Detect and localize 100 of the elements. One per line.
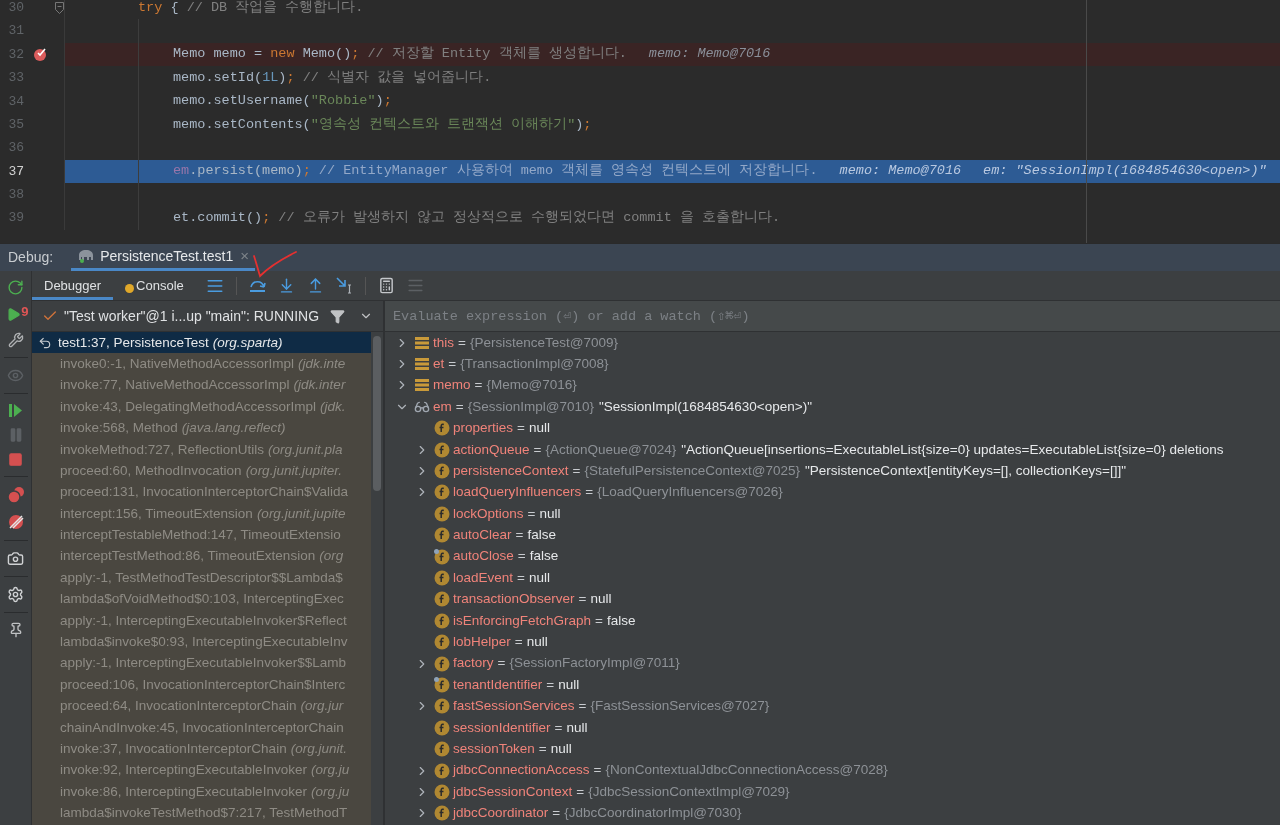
- variable-name: loadQueryInfluencers: [453, 483, 582, 502]
- stack-frame[interactable]: invoke:43, DelegatingMethodAccessorImpl (jdk.: [32, 396, 371, 418]
- equals-sign: =: [576, 782, 585, 801]
- variable-name: em: [433, 397, 452, 416]
- line-number: 32: [7, 45, 24, 64]
- line-number: 37: [7, 162, 24, 181]
- code-token: // 저장할 Entity 객체를 생성합니다.: [366, 45, 627, 64]
- code-token: 1L: [262, 68, 279, 87]
- mute-breakpoints-icon[interactable]: [6, 513, 25, 531]
- code-token: Memo memo =: [173, 45, 264, 64]
- equals-sign: =: [514, 633, 523, 652]
- stack-frame[interactable]: apply:-1, TestMethodTestDescriptor$$Lambda$: [32, 567, 371, 589]
- scrollbar-thumb[interactable]: [373, 336, 381, 491]
- stack-frame[interactable]: invoke0:-1, NativeMethodAccessorImpl (jdk.inte: [32, 353, 371, 375]
- stack-frame[interactable]: proceed:60, MethodInvocation (org.junit.jupiter.: [32, 460, 371, 482]
- variable-name: transactionObserver: [453, 590, 575, 609]
- code-token: "Robbie": [310, 92, 376, 111]
- variable-name: persistenceContext: [453, 461, 569, 480]
- code-token: try: [138, 0, 163, 17]
- stack-frame[interactable]: invoke:86, InterceptingExecutableInvoker (org.ju: [32, 781, 371, 803]
- inline-value-hint: em: "SessionImpl(1684854630<open>)": [983, 162, 1267, 181]
- variable-value: {TransactionImpl@7008}: [460, 354, 609, 373]
- close-tab-button[interactable]: ×: [240, 244, 249, 268]
- camera-icon[interactable]: [7, 550, 24, 567]
- equals-sign: =: [578, 590, 587, 609]
- code-token: ): [278, 68, 287, 87]
- variable-value: {JdbcCoordinatorImpl@7030}: [564, 804, 742, 823]
- stack-frame[interactable]: interceptTestableMethod:147, TimeoutExtensio: [32, 524, 371, 546]
- variable-description: "PersistenceContext[entityKeys=[], collectionKeys=[]]": [805, 461, 1127, 480]
- variable-description: "ActionQueue[insertions=ExecutableList{size=0} updates=ExecutableList{size=0} deletions: [681, 440, 1224, 459]
- debugger-tab[interactable]: Debugger: [32, 271, 114, 300]
- stop-icon[interactable]: [8, 452, 23, 467]
- variable-name: jdbcConnectionAccess: [453, 761, 590, 780]
- breakpoint-icon[interactable]: [33, 46, 48, 62]
- step-over-icon[interactable]: [248, 278, 266, 293]
- resume-icon[interactable]: [8, 403, 23, 418]
- line-number: 31: [7, 22, 24, 41]
- checkmark-drawing: [252, 250, 298, 278]
- session-tab-title: PersistenceTest.test1: [100, 246, 234, 266]
- code-token: {: [169, 0, 180, 17]
- code-token: // 식별자 값을 넣어줍니다.: [301, 68, 492, 87]
- variable-name: this: [433, 333, 454, 352]
- code-token: ;: [383, 92, 392, 111]
- variable-name: sessionToken: [453, 740, 535, 758]
- equals-sign: =: [517, 568, 525, 587]
- equals-sign: =: [515, 526, 524, 545]
- stack-frame[interactable]: apply:-1, InterceptingExecutableInvoker$$Lamb: [32, 652, 371, 675]
- equals-sign: =: [593, 761, 602, 780]
- line-number: 33: [7, 69, 24, 88]
- line-number: 39: [7, 209, 24, 228]
- variable-name: loadEvent: [453, 568, 514, 587]
- equals-sign: =: [517, 547, 526, 566]
- equals-sign: =: [546, 675, 555, 694]
- breakpoints-icon[interactable]: [6, 486, 25, 504]
- stack-frame[interactable]: invoke:37, InvocationInterceptorChain (org.junit.: [32, 738, 371, 760]
- variable-name: tenantIdentifier: [453, 675, 543, 694]
- variable-name: autoClose: [453, 547, 514, 566]
- variable-name: lobHelper: [453, 633, 511, 652]
- view-breakpoints-button[interactable]: 9: [5, 305, 26, 323]
- stack-frame[interactable]: lambda$invoke$0:93, InterceptingExecutableInv: [32, 631, 371, 653]
- stack-frame[interactable]: invokeMethod:727, ReflectionUtils (org.junit.pla: [32, 438, 371, 461]
- thread-name: "Test worker"@1 i...up "main": RUNNING: [64, 306, 320, 326]
- equals-sign: =: [572, 461, 581, 480]
- equals-sign: =: [455, 397, 464, 416]
- code-token: .persist(memo): [189, 162, 303, 181]
- evaluate-field[interactable]: Evaluate expression (⏎) or add a watch (⇧⌘⏎): [385, 301, 1280, 332]
- variable-name: sessionIdentifier: [453, 718, 551, 737]
- variable-value: null: [558, 675, 580, 694]
- stack-frame[interactable]: invoke:92, InterceptingExecutableInvoker (org.ju: [32, 759, 371, 782]
- fold-marker-icon[interactable]: [55, 1, 64, 14]
- rerun-icon[interactable]: [7, 279, 24, 296]
- stack-frame[interactable]: test1:37, PersistenceTest (org.sparta): [32, 332, 371, 354]
- variable-value: false: [527, 526, 556, 545]
- stack-frame[interactable]: proceed:64, InvocationInterceptorChain (org.jur: [32, 695, 371, 718]
- stack-frame[interactable]: lambda$ofVoidMethod$0:103, InterceptingExec: [32, 588, 371, 611]
- debugger-tab[interactable]: Console: [113, 271, 196, 300]
- code-token: ;: [286, 68, 295, 87]
- variable-value: {StatefulPersistenceContext@7025}: [584, 461, 801, 480]
- stack-frame[interactable]: proceed:106, InvocationInterceptorChain$Interc: [32, 674, 371, 696]
- stack-frame[interactable]: interceptTestMethod:86, TimeoutExtension (org: [32, 545, 371, 568]
- filter-icon[interactable]: [330, 308, 345, 324]
- stack-frame[interactable]: apply:-1, InterceptingExecutableInvoker$Reflect: [32, 610, 371, 632]
- settings-icon[interactable]: [7, 586, 24, 603]
- debug-label: Debug:: [8, 248, 54, 267]
- stack-frame[interactable]: chainAndInvoke:45, InvocationInterceptorChain: [32, 717, 371, 739]
- run-to-cursor-icon[interactable]: [335, 277, 353, 294]
- variable-value: null: [590, 590, 612, 609]
- calculator-icon[interactable]: [377, 277, 395, 294]
- equals-sign: =: [458, 333, 466, 352]
- stack-frame[interactable]: lambda$invokeTestMethod$7:217, TestMethodT: [32, 802, 371, 824]
- session-tab[interactable]: PersistenceTest.test1 ×: [71, 244, 255, 271]
- stack-frame[interactable]: intercept:156, TimeoutExtension (org.junit.jupite: [32, 503, 371, 525]
- code-token: ): [375, 92, 384, 111]
- stack-frame[interactable]: proceed:131, InvocationInterceptorChain$Valida: [32, 481, 371, 504]
- variable-name: factory: [453, 654, 494, 673]
- stack-frame[interactable]: invoke:568, Method (java.lang.reflect): [32, 417, 371, 439]
- inline-value-hint: memo: Memo@7016: [839, 162, 962, 181]
- stack-frame[interactable]: invoke:77, NativeMethodAccessorImpl (jdk.inter: [32, 374, 371, 397]
- equals-sign: =: [585, 483, 594, 502]
- wrench-icon[interactable]: [7, 332, 24, 348]
